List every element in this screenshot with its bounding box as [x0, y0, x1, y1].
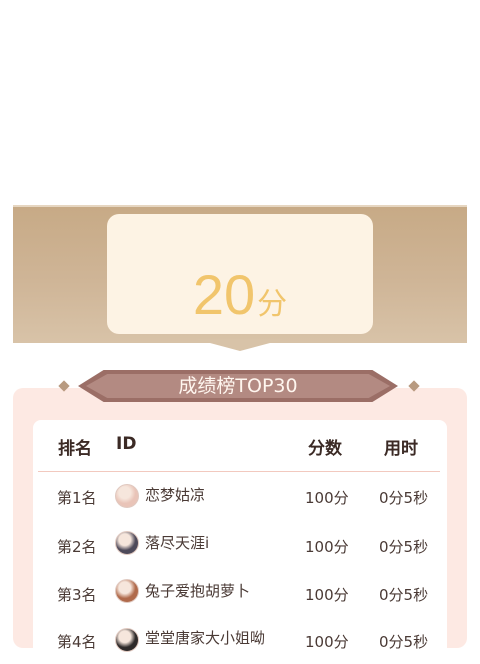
score-banner-point — [195, 339, 285, 351]
avatar — [115, 579, 139, 603]
row-time: 0分5秒 — [379, 633, 429, 651]
score-card: 20分 — [107, 214, 373, 334]
score-value: 20分 — [107, 262, 373, 327]
row-score: 100分 — [305, 489, 349, 507]
row-name: 兔子爱抱胡萝卜 — [145, 582, 251, 600]
table-row[interactable]: 第4名 堂堂唐家大小姐呦 100分 0分5秒 — [0, 624, 480, 664]
header-rank: 排名 — [58, 439, 92, 459]
avatar — [115, 628, 139, 652]
table-row[interactable]: 第2名 落尽天涯i 100分 0分5秒 — [0, 529, 480, 569]
row-score: 100分 — [305, 538, 349, 556]
avatar — [115, 484, 139, 508]
leaderboard-title: 成绩榜TOP30 — [178, 375, 298, 397]
score-number: 20 — [192, 263, 256, 326]
table-row[interactable]: 第3名 兔子爱抱胡萝卜 100分 0分5秒 — [0, 577, 480, 617]
row-rank: 第3名 — [57, 586, 97, 604]
row-score: 100分 — [305, 633, 349, 651]
row-rank: 第1名 — [57, 489, 97, 507]
avatar — [115, 531, 139, 555]
row-score: 100分 — [305, 586, 349, 604]
row-name: 堂堂唐家大小姐呦 — [145, 629, 266, 647]
header-divider — [38, 471, 440, 472]
row-time: 0分5秒 — [379, 586, 429, 604]
score-unit: 分 — [257, 287, 288, 322]
row-rank: 第4名 — [57, 633, 97, 651]
table-row[interactable]: 第1名 恋梦姑凉 100分 0分5秒 — [0, 480, 480, 520]
row-time: 0分5秒 — [379, 538, 429, 556]
row-time: 0分5秒 — [379, 489, 429, 507]
row-name: 恋梦姑凉 — [145, 486, 206, 504]
header-score: 分数 — [308, 439, 342, 459]
row-name: 落尽天涯i — [145, 534, 210, 552]
header-time: 用时 — [384, 439, 418, 459]
row-rank: 第2名 — [57, 538, 97, 556]
header-id: ID — [116, 434, 137, 454]
